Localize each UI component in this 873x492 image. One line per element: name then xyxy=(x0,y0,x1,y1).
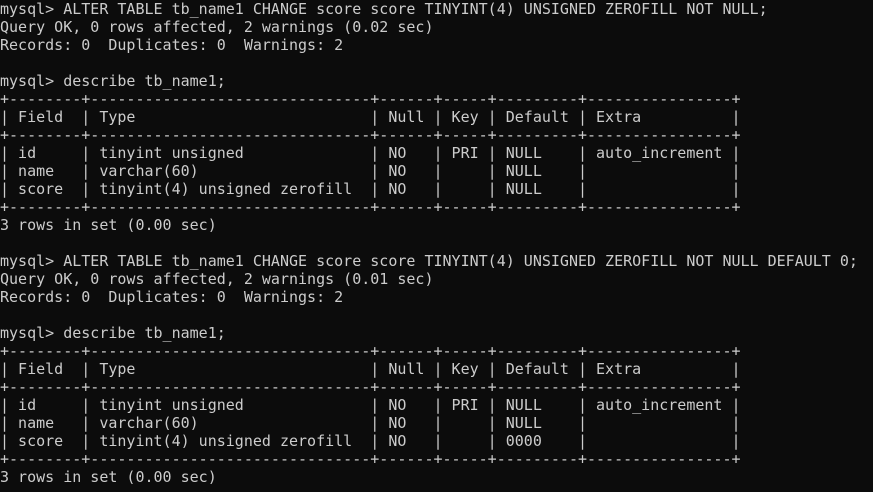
terminal-output[interactable]: mysql> ALTER TABLE tb_name1 CHANGE score… xyxy=(0,0,873,492)
table-row: | name | varchar(60) | NO | | NULL | | xyxy=(0,162,741,180)
table-row: | name | varchar(60) | NO | | NULL | | xyxy=(0,414,741,432)
command-line: mysql> describe tb_name1; xyxy=(0,72,226,90)
table-border: +--------+------------------------------… xyxy=(0,198,741,216)
output-line: 3 rows in set (0.00 sec) xyxy=(0,216,217,234)
command-line: mysql> describe tb_name1; xyxy=(0,324,226,342)
output-line: Records: 0 Duplicates: 0 Warnings: 2 xyxy=(0,288,344,306)
output-line: 3 rows in set (0.00 sec) xyxy=(0,468,217,486)
table-row: | id | tinyint unsigned | NO | PRI | NUL… xyxy=(0,144,741,162)
output-line: Records: 0 Duplicates: 0 Warnings: 2 xyxy=(0,36,344,54)
output-line: Query OK, 0 rows affected, 2 warnings (0… xyxy=(0,270,434,288)
table-row: | score | tinyint(4) unsigned zerofill |… xyxy=(0,432,741,450)
output-line: Query OK, 0 rows affected, 2 warnings (0… xyxy=(0,18,434,36)
table-row: | score | tinyint(4) unsigned zerofill |… xyxy=(0,180,741,198)
command-line: mysql> ALTER TABLE tb_name1 CHANGE score… xyxy=(0,0,768,18)
command-line: mysql> ALTER TABLE tb_name1 CHANGE score… xyxy=(0,252,858,270)
table-border: +--------+------------------------------… xyxy=(0,450,741,468)
table-border: +--------+------------------------------… xyxy=(0,378,741,396)
table-header-row: | Field | Type | Null | Key | Default | … xyxy=(0,360,741,378)
table-row: | id | tinyint unsigned | NO | PRI | NUL… xyxy=(0,396,741,414)
table-border: +--------+------------------------------… xyxy=(0,90,741,108)
table-header-row: | Field | Type | Null | Key | Default | … xyxy=(0,108,741,126)
table-border: +--------+------------------------------… xyxy=(0,126,741,144)
table-border: +--------+------------------------------… xyxy=(0,342,741,360)
